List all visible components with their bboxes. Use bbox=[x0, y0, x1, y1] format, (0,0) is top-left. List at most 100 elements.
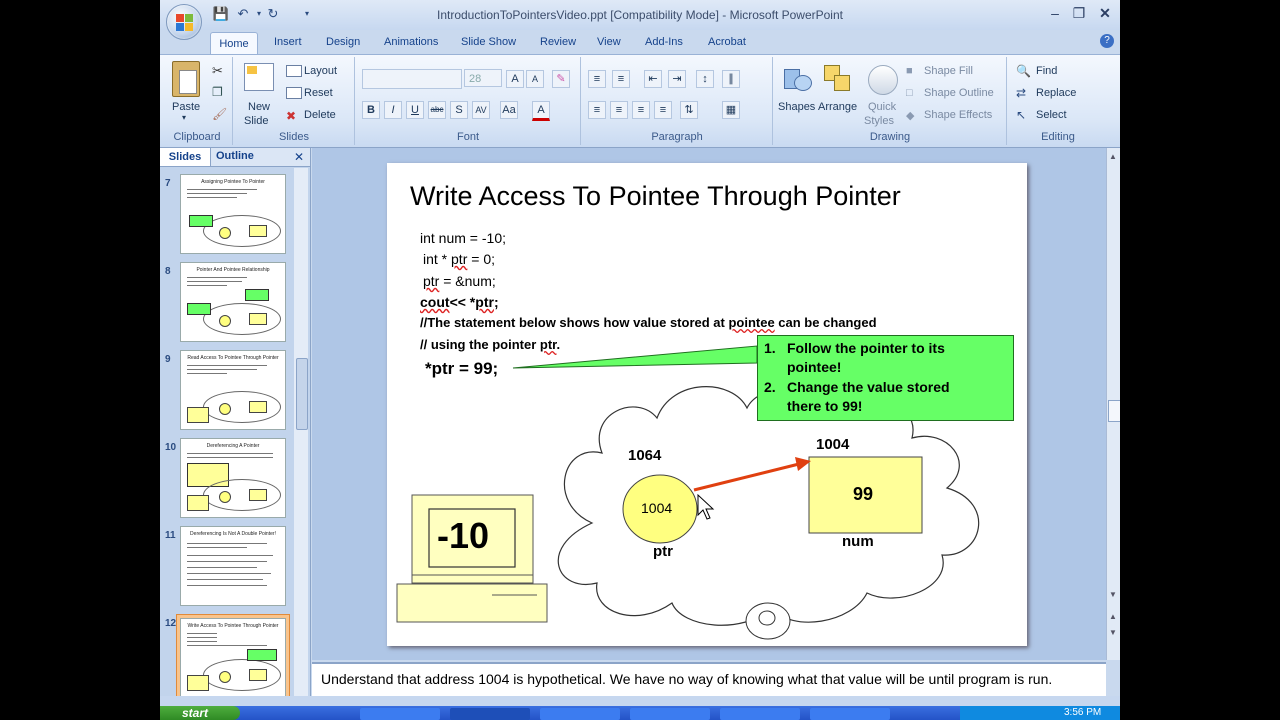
shape-fill-icon[interactable]: ■ bbox=[906, 65, 913, 77]
slide-thumbnail-7[interactable]: Assigning Pointee To Pointer bbox=[180, 174, 286, 254]
help-icon[interactable]: ? bbox=[1100, 34, 1114, 48]
shape-outline-icon[interactable]: □ bbox=[906, 87, 913, 99]
find-icon[interactable]: 🔍 bbox=[1016, 64, 1031, 78]
format-painter-icon[interactable]: 🖌 bbox=[212, 107, 227, 121]
slide-thumbnail-11[interactable]: Dereferencing Is Not A Double Pointer! bbox=[180, 526, 286, 606]
previous-slide-icon[interactable]: ▲ bbox=[1109, 612, 1117, 621]
layout-button[interactable]: Layout bbox=[304, 65, 337, 77]
change-case-icon[interactable]: Aa bbox=[500, 101, 518, 119]
slide-thumbnail-9[interactable]: Read Access To Pointee Through Pointer bbox=[180, 350, 286, 430]
font-color-icon[interactable]: A bbox=[532, 101, 550, 121]
clock[interactable]: 3:56 PM bbox=[1064, 706, 1101, 720]
tab-view[interactable]: View bbox=[597, 36, 621, 48]
align-center-icon[interactable]: ≡ bbox=[610, 101, 628, 119]
arrange-icon[interactable] bbox=[824, 65, 850, 91]
close-icon[interactable]: ✕ bbox=[1094, 4, 1116, 22]
grow-font-icon[interactable]: A bbox=[506, 70, 524, 88]
numbering-icon[interactable]: ≡ bbox=[612, 70, 630, 88]
tab-outline[interactable]: Outline bbox=[216, 150, 254, 162]
redo-icon[interactable]: ↻ bbox=[264, 6, 282, 22]
close-pane-icon[interactable]: ✕ bbox=[294, 150, 304, 164]
reset-button[interactable]: Reset bbox=[304, 87, 333, 99]
tab-animations[interactable]: Animations bbox=[384, 36, 438, 48]
italic-icon[interactable]: I bbox=[384, 101, 402, 119]
font-name-input[interactable] bbox=[362, 69, 462, 89]
start-button[interactable]: start bbox=[160, 706, 240, 720]
pane-scrollbar[interactable] bbox=[294, 168, 308, 696]
shadow-icon[interactable]: S bbox=[450, 101, 468, 119]
slide[interactable]: Write Access To Pointee Through Pointer … bbox=[387, 163, 1027, 646]
line-spacing-icon[interactable]: ↕ bbox=[696, 70, 714, 88]
taskbar-item[interactable] bbox=[810, 708, 890, 720]
scroll-down-icon[interactable]: ▼ bbox=[1109, 590, 1117, 599]
text-direction-icon[interactable]: ⇅ bbox=[680, 101, 698, 119]
tab-home[interactable]: Home bbox=[210, 32, 258, 55]
quick-styles-icon[interactable] bbox=[868, 65, 898, 95]
select-button[interactable]: Select bbox=[1036, 109, 1067, 121]
bullets-icon[interactable]: ≡ bbox=[588, 70, 606, 88]
tab-insert[interactable]: Insert bbox=[274, 36, 302, 48]
paste-button[interactable]: Paste bbox=[172, 101, 200, 113]
shape-effects-icon[interactable]: ◆ bbox=[906, 109, 914, 122]
bold-icon[interactable]: B bbox=[362, 101, 380, 119]
scroll-up-icon[interactable]: ▲ bbox=[1109, 152, 1117, 161]
replace-icon[interactable]: ⇄ bbox=[1016, 86, 1026, 100]
select-icon[interactable]: ↖ bbox=[1016, 108, 1026, 122]
spacing-icon[interactable]: AV bbox=[472, 101, 490, 119]
columns-icon[interactable]: ∥ bbox=[722, 70, 740, 88]
shrink-font-icon[interactable]: A bbox=[526, 70, 544, 88]
layout-icon[interactable] bbox=[286, 65, 302, 77]
tab-slide-show[interactable]: Slide Show bbox=[461, 36, 516, 48]
reset-icon[interactable] bbox=[286, 87, 302, 99]
align-right-icon[interactable]: ≡ bbox=[632, 101, 650, 119]
save-icon[interactable]: 💾 bbox=[212, 6, 230, 22]
quick-styles-button[interactable]: Quick bbox=[868, 101, 896, 113]
tab-design[interactable]: Design bbox=[326, 36, 360, 48]
taskbar-item[interactable] bbox=[360, 708, 440, 720]
pane-scroll-thumb[interactable] bbox=[296, 358, 308, 430]
quick-styles-label[interactable]: Styles bbox=[864, 115, 894, 127]
slide-scrollbar[interactable]: ▲ ▼ ▲ ▼ bbox=[1106, 148, 1120, 660]
tab-acrobat[interactable]: Acrobat bbox=[708, 36, 746, 48]
taskbar-item[interactable] bbox=[450, 708, 530, 720]
taskbar-item[interactable] bbox=[720, 708, 800, 720]
taskbar-item[interactable] bbox=[630, 708, 710, 720]
tab-review[interactable]: Review bbox=[540, 36, 576, 48]
shapes-button[interactable]: Shapes bbox=[778, 101, 815, 113]
tab-add-ins[interactable]: Add-Ins bbox=[645, 36, 683, 48]
arrange-button[interactable]: Arrange bbox=[818, 101, 857, 113]
taskbar-item[interactable] bbox=[540, 708, 620, 720]
paste-dropdown-icon[interactable]: ▾ bbox=[182, 113, 186, 122]
new-slide-label[interactable]: Slide bbox=[244, 115, 268, 127]
slide-thumbnail-12[interactable]: Write Access To Pointee Through Pointer bbox=[180, 618, 286, 698]
notes-pane[interactable]: Understand that address 1004 is hypothet… bbox=[312, 662, 1106, 696]
slide-thumbnail-8[interactable]: Pointer And Pointee Relationship bbox=[180, 262, 286, 342]
strikethrough-icon[interactable]: abc bbox=[428, 101, 446, 119]
shape-outline-button[interactable]: Shape Outline bbox=[924, 87, 994, 99]
convert-smartart-icon[interactable]: ▦ bbox=[722, 101, 740, 119]
copy-icon[interactable]: ❐ bbox=[212, 85, 223, 99]
customize-toolbar-icon[interactable]: ▾ bbox=[298, 6, 316, 22]
next-slide-icon[interactable]: ▼ bbox=[1109, 628, 1117, 637]
underline-icon[interactable]: U bbox=[406, 101, 424, 119]
shape-fill-button[interactable]: Shape Fill bbox=[924, 65, 973, 77]
tab-slides[interactable]: Slides bbox=[160, 148, 211, 166]
font-size-input[interactable]: 28 bbox=[464, 69, 502, 87]
new-slide-button[interactable]: New bbox=[248, 101, 270, 113]
slide-thumbnail-10[interactable]: Dereferencing A Pointer bbox=[180, 438, 286, 518]
new-slide-icon[interactable] bbox=[244, 63, 274, 91]
paste-icon[interactable] bbox=[172, 61, 200, 97]
increase-indent-icon[interactable]: ⇥ bbox=[668, 70, 686, 88]
replace-button[interactable]: Replace bbox=[1036, 87, 1076, 99]
shapes-icon[interactable] bbox=[784, 65, 812, 91]
justify-icon[interactable]: ≡ bbox=[654, 101, 672, 119]
cut-icon[interactable]: ✂ bbox=[212, 63, 223, 79]
maximize-icon[interactable]: ❐ bbox=[1068, 4, 1090, 22]
decrease-indent-icon[interactable]: ⇤ bbox=[644, 70, 662, 88]
shape-effects-button[interactable]: Shape Effects bbox=[924, 109, 992, 121]
align-left-icon[interactable]: ≡ bbox=[588, 101, 606, 119]
clear-format-icon[interactable]: ✎ bbox=[552, 70, 570, 88]
callout-box[interactable]: 1. Follow the pointer to its pointee! 2.… bbox=[757, 335, 1014, 421]
minimize-icon[interactable]: – bbox=[1044, 4, 1066, 22]
delete-button[interactable]: Delete bbox=[304, 109, 336, 121]
